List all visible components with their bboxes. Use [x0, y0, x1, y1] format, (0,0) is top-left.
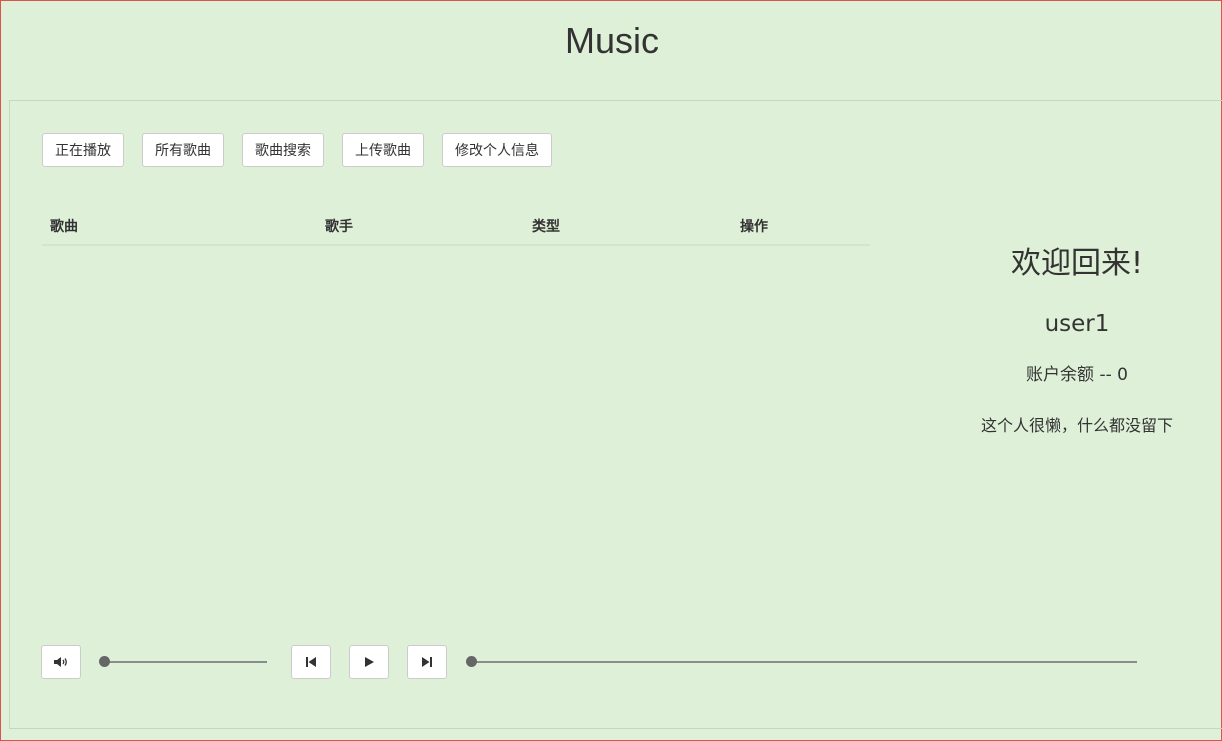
song-table-header: 歌曲 歌手 类型 操作: [42, 209, 870, 246]
volume-track[interactable]: [104, 661, 267, 663]
play-icon: [363, 656, 375, 668]
column-header-artist: 歌手: [325, 219, 353, 235]
previous-button[interactable]: [291, 645, 331, 679]
upload-song-button[interactable]: 上传歌曲: [342, 133, 424, 167]
next-icon: [421, 656, 433, 668]
volume-icon: [53, 656, 69, 668]
page-title: Music: [564, 20, 659, 61]
user-bio: 这个人很懒，什么都没留下: [980, 416, 1173, 435]
progress-track[interactable]: [471, 661, 1137, 663]
welcome-heading: 欢迎回来!: [1010, 246, 1144, 281]
nav-bar: 正在播放 所有歌曲 歌曲搜索 上传歌曲 修改个人信息: [42, 133, 570, 167]
column-header-genre: 类型: [532, 219, 560, 235]
account-balance: 账户余额 -- 0: [1026, 365, 1128, 385]
edit-profile-button[interactable]: 修改个人信息: [442, 133, 552, 167]
now-playing-button[interactable]: 正在播放: [42, 133, 124, 167]
username: user1: [1044, 311, 1110, 337]
play-button[interactable]: [349, 645, 389, 679]
column-header-actions: 操作: [740, 219, 768, 235]
all-songs-button[interactable]: 所有歌曲: [142, 133, 224, 167]
next-button[interactable]: [407, 645, 447, 679]
progress-slider-handle[interactable]: [466, 656, 477, 667]
previous-icon: [305, 656, 317, 668]
column-header-song: 歌曲: [50, 219, 78, 235]
volume-button[interactable]: [41, 645, 81, 679]
song-search-button[interactable]: 歌曲搜索: [242, 133, 324, 167]
volume-slider-handle[interactable]: [99, 656, 110, 667]
